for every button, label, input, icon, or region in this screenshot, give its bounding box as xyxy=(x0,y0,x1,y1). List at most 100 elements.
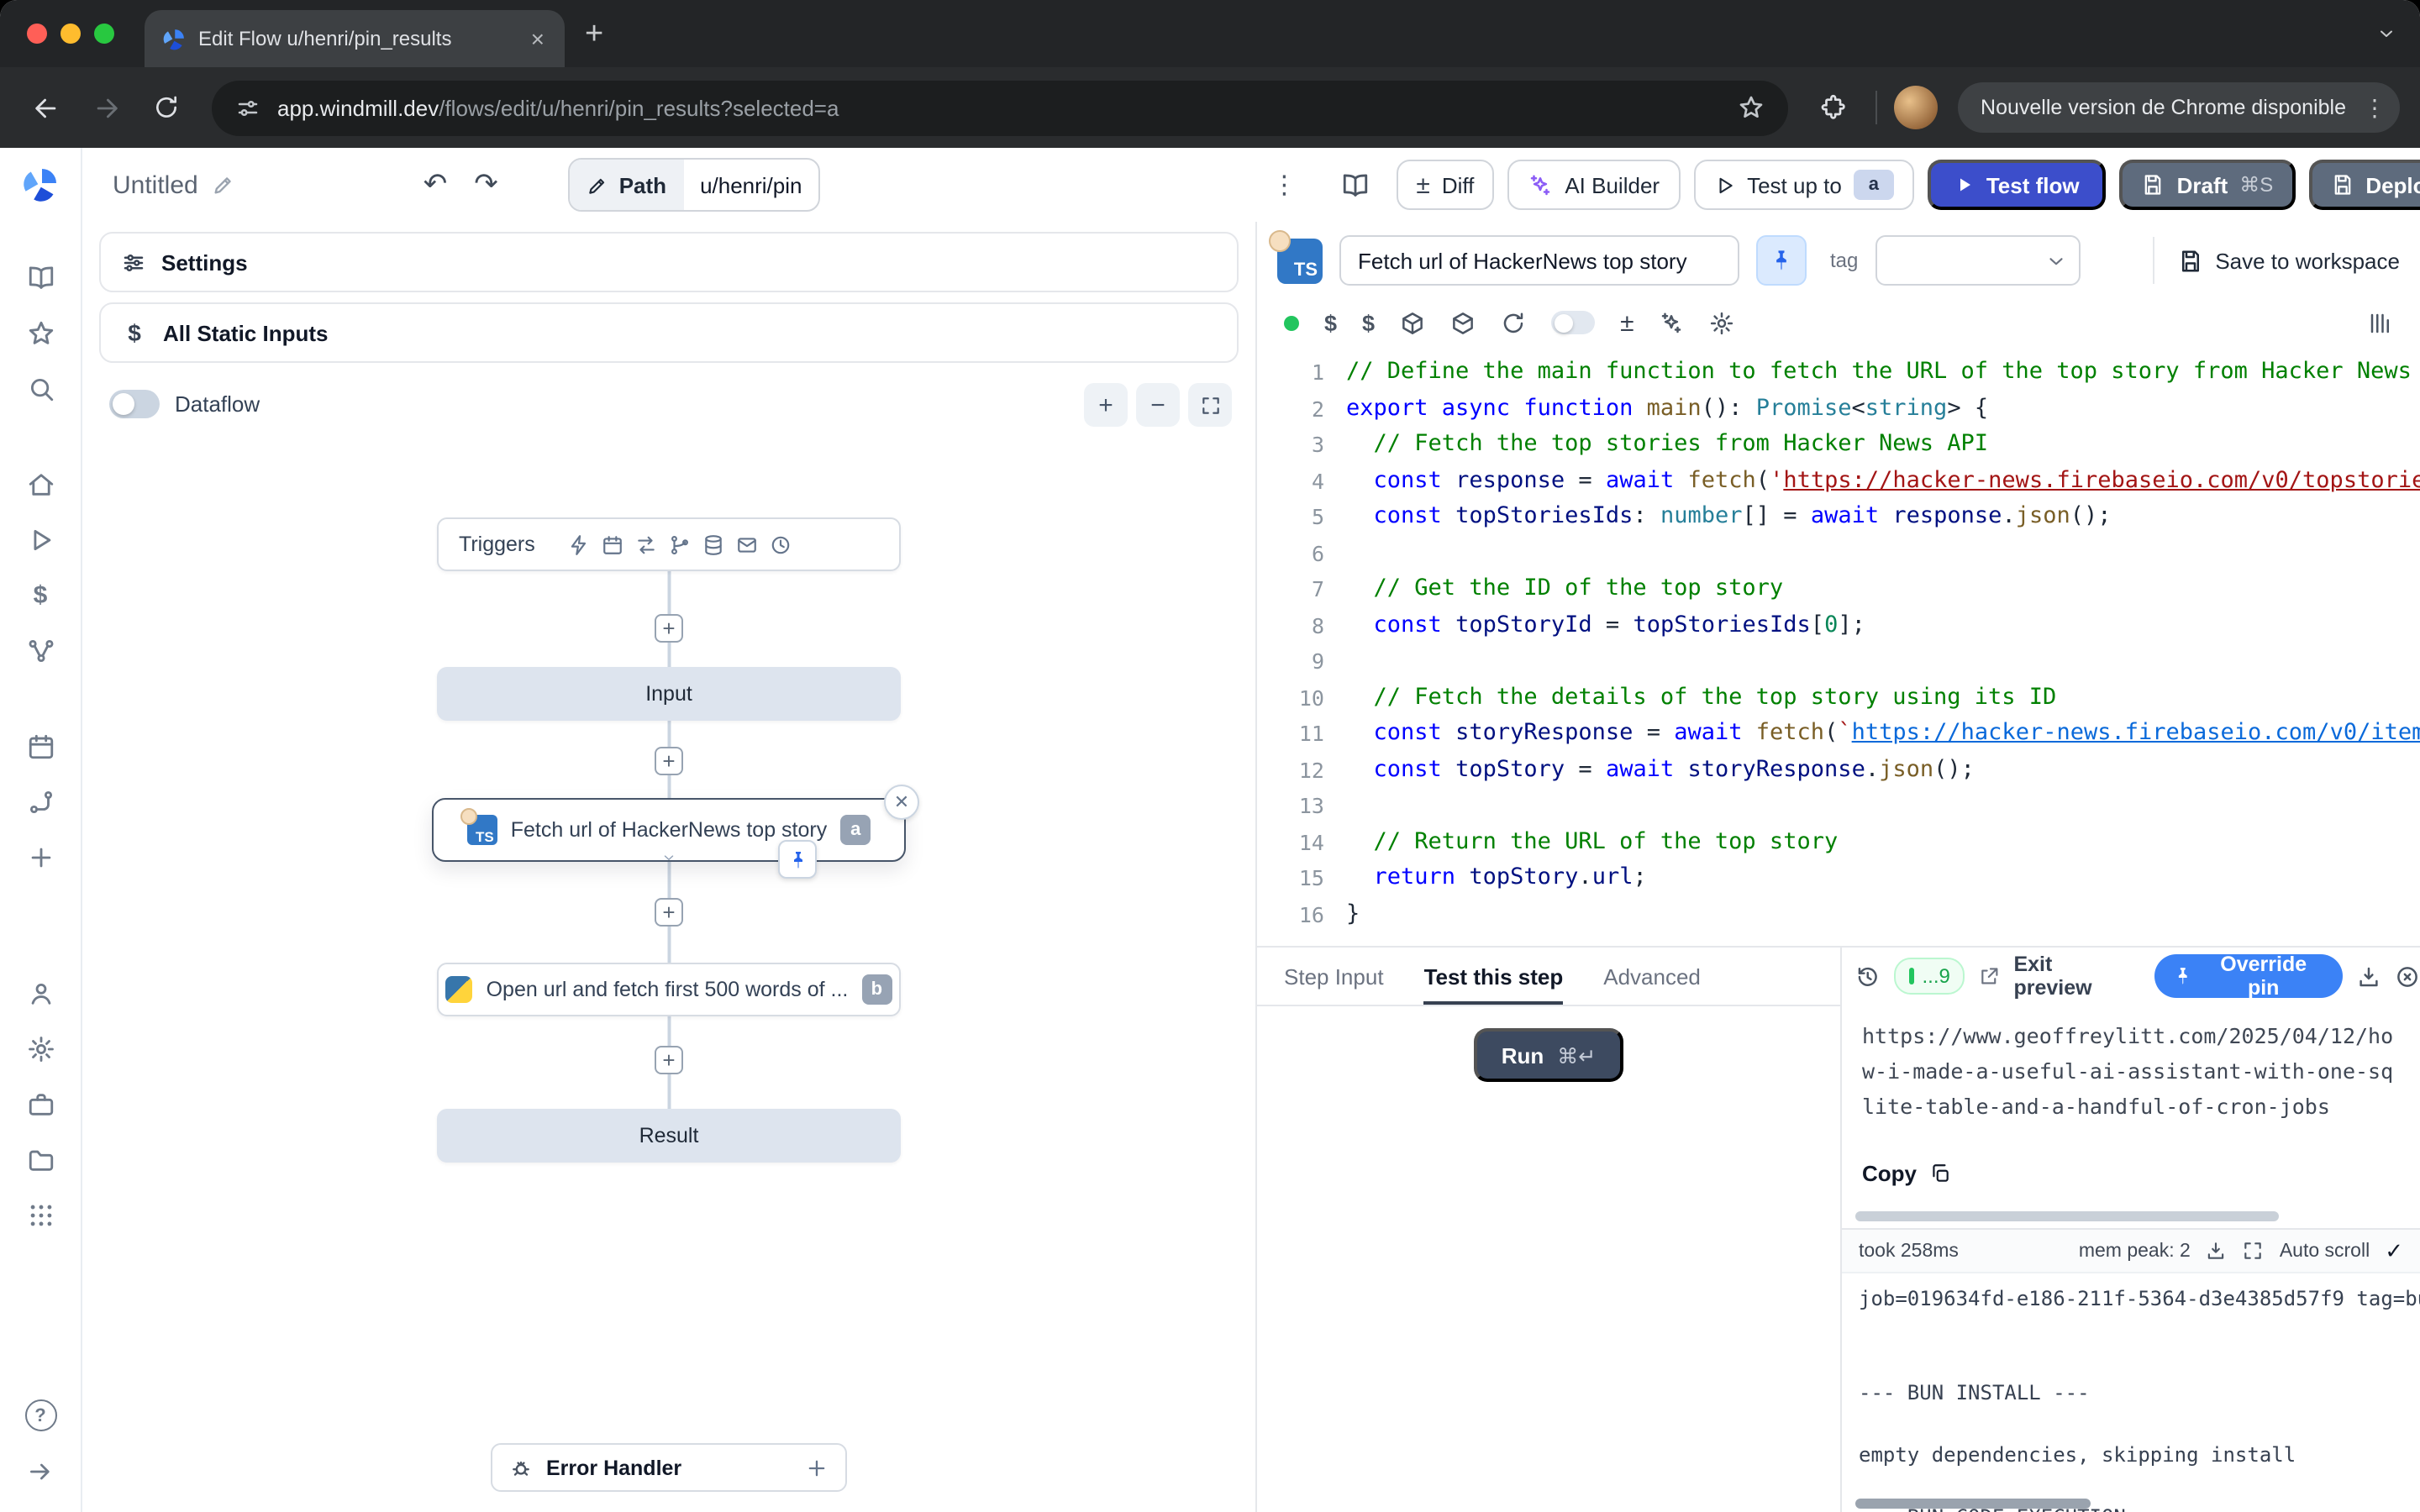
diff-icon[interactable]: ± xyxy=(1620,308,1634,337)
external-link-icon[interactable] xyxy=(1979,965,2001,987)
result-node[interactable]: Result xyxy=(437,1109,901,1163)
edit-title-button[interactable] xyxy=(212,173,235,197)
editor-toggle[interactable] xyxy=(1551,311,1595,334)
flow-more-menu-button[interactable]: ⋮ xyxy=(1271,170,1313,200)
sidebar-docs-button[interactable] xyxy=(13,250,67,306)
sidebar-search-button[interactable] xyxy=(13,361,67,417)
insert-step-button[interactable]: + xyxy=(655,898,683,927)
tab-close-button[interactable]: × xyxy=(528,25,548,52)
zoom-in-button[interactable]: + xyxy=(1084,383,1128,427)
remove-step-button[interactable]: ✕ xyxy=(884,785,919,820)
variable-picker-button[interactable]: $ xyxy=(1324,310,1337,335)
diff-button[interactable]: ±Diff xyxy=(1396,160,1494,210)
new-tab-button[interactable]: + xyxy=(585,18,603,50)
sidebar-workers-button[interactable] xyxy=(13,1077,67,1132)
redo-button[interactable]: ↷ xyxy=(460,168,512,202)
override-pin-button[interactable]: Override pin xyxy=(2154,954,2343,998)
chrome-menu-icon[interactable]: ⋮ xyxy=(2363,93,2386,122)
save-to-workspace-button[interactable]: Save to workspace xyxy=(2153,237,2400,284)
horizontal-scrollbar[interactable] xyxy=(1855,1211,2279,1221)
forward-button[interactable] xyxy=(81,82,131,133)
minimize-window-button[interactable] xyxy=(60,24,81,44)
extensions-button[interactable] xyxy=(1807,82,1858,133)
triggers-node[interactable]: Triggers xyxy=(437,517,901,571)
tab-step-input[interactable]: Step Input xyxy=(1284,948,1384,1005)
step-b-node[interactable]: Open url and fetch first 500 words of ..… xyxy=(437,963,901,1016)
deploy-button[interactable]: Deploy xyxy=(2308,160,2420,210)
chrome-update-button[interactable]: Nouvelle version de Chrome disponible ⋮ xyxy=(1957,82,2400,133)
draft-button[interactable]: Draft ⌘S xyxy=(2120,160,2296,210)
step-a-node[interactable]: TS Fetch url of HackerNews top story a ✕ xyxy=(432,798,906,862)
poll-trigger-icon[interactable] xyxy=(771,533,792,555)
error-handler-node[interactable]: Error Handler xyxy=(491,1443,847,1492)
log-body[interactable]: job=019634fd-e186-211f-5364-d3e4385d57f9… xyxy=(1842,1273,2420,1512)
ai-wand-icon[interactable] xyxy=(1660,310,1685,335)
sidebar-folders-button[interactable] xyxy=(13,1132,67,1188)
test-flow-button[interactable]: Test flow xyxy=(1928,160,2107,210)
site-settings-icon[interactable] xyxy=(235,95,260,120)
add-error-handler-icon[interactable] xyxy=(805,1456,829,1479)
job-history-badge[interactable]: ...9 xyxy=(1894,958,1965,995)
sidebar-users-button[interactable] xyxy=(13,966,67,1021)
zoom-out-button[interactable]: − xyxy=(1136,383,1180,427)
package-lock-icon[interactable] xyxy=(1450,310,1476,335)
step-title-input[interactable] xyxy=(1339,235,1739,286)
zoom-window-button[interactable] xyxy=(94,24,114,44)
dataflow-toggle[interactable] xyxy=(109,390,160,418)
sidebar-runs-button[interactable] xyxy=(13,512,67,568)
browser-tab[interactable]: Edit Flow u/henri/pin_results × xyxy=(145,10,565,67)
http-route-icon[interactable] xyxy=(636,533,658,555)
sidebar-help-button[interactable]: ? xyxy=(13,1388,67,1443)
tab-search-button[interactable] xyxy=(2376,0,2396,67)
windmill-logo[interactable] xyxy=(20,165,60,213)
tab-advanced[interactable]: Advanced xyxy=(1603,948,1701,1005)
sidebar-settings-button[interactable] xyxy=(13,1021,67,1077)
email-trigger-icon[interactable] xyxy=(737,533,759,555)
flow-graph[interactable]: Dataflow + − Triggers xyxy=(82,363,1255,1512)
undo-button[interactable]: ↶ xyxy=(410,168,461,202)
download-icon[interactable] xyxy=(2356,963,2381,989)
auto-scroll-checkbox[interactable]: ✓ xyxy=(2385,1237,2403,1264)
pinned-indicator[interactable] xyxy=(778,840,817,879)
flow-settings-row[interactable]: Settings xyxy=(99,232,1239,292)
pin-toggle-button[interactable] xyxy=(1756,235,1807,286)
path-control[interactable]: Path u/henri/pin xyxy=(569,158,821,212)
sidebar-collapse-button[interactable] xyxy=(13,1443,67,1499)
schedule-icon[interactable] xyxy=(602,533,624,555)
package-icon[interactable] xyxy=(1400,310,1425,335)
postgres-trigger-icon[interactable] xyxy=(703,533,725,555)
insert-step-button[interactable]: + xyxy=(655,1046,683,1074)
circle-x-icon[interactable] xyxy=(2395,963,2420,989)
webhook-icon[interactable] xyxy=(569,533,591,555)
sidebar-create-button[interactable] xyxy=(13,830,67,885)
sidebar-triggers-button[interactable] xyxy=(13,774,67,830)
sidebar-variables-button[interactable]: $ xyxy=(13,568,67,623)
address-bar[interactable]: app.windmill.dev/flows/edit/u/henri/pin_… xyxy=(212,80,1787,135)
resource-picker-button[interactable]: $ xyxy=(1362,310,1375,335)
close-window-button[interactable] xyxy=(27,24,47,44)
sidebar-resources-button[interactable] xyxy=(13,623,67,679)
exit-preview-button[interactable]: Exit preview xyxy=(2013,953,2133,1000)
library-panel-icon[interactable] xyxy=(2368,310,2393,335)
gear-icon[interactable] xyxy=(1710,310,1735,335)
chevron-down-icon[interactable] xyxy=(661,850,676,865)
static-inputs-row[interactable]: $ All Static Inputs xyxy=(99,302,1239,363)
history-icon[interactable] xyxy=(1855,963,1881,989)
ai-builder-button[interactable]: AI Builder xyxy=(1507,160,1680,210)
back-button[interactable] xyxy=(20,82,71,133)
sidebar-schedules-button[interactable] xyxy=(13,719,67,774)
copy-row[interactable]: Copy xyxy=(1842,1142,2420,1191)
bookmark-star-icon[interactable] xyxy=(1737,94,1764,121)
fit-view-button[interactable] xyxy=(1188,383,1232,427)
reload-icon[interactable] xyxy=(1501,310,1526,335)
code-editor[interactable]: 1// Define the main function to fetch th… xyxy=(1257,346,2420,946)
tag-select[interactable] xyxy=(1875,235,2080,286)
test-up-to-button[interactable]: Test up to a xyxy=(1693,160,1914,210)
profile-avatar[interactable] xyxy=(1893,86,1937,129)
log-horizontal-scrollbar[interactable] xyxy=(1855,1499,2091,1509)
download-logs-icon[interactable] xyxy=(2206,1240,2228,1262)
input-node[interactable]: Input xyxy=(437,667,901,721)
run-button[interactable]: Run ⌘↵ xyxy=(1475,1028,1623,1082)
tab-test-this-step[interactable]: Test this step xyxy=(1424,948,1564,1005)
sidebar-favorites-button[interactable] xyxy=(13,306,67,361)
